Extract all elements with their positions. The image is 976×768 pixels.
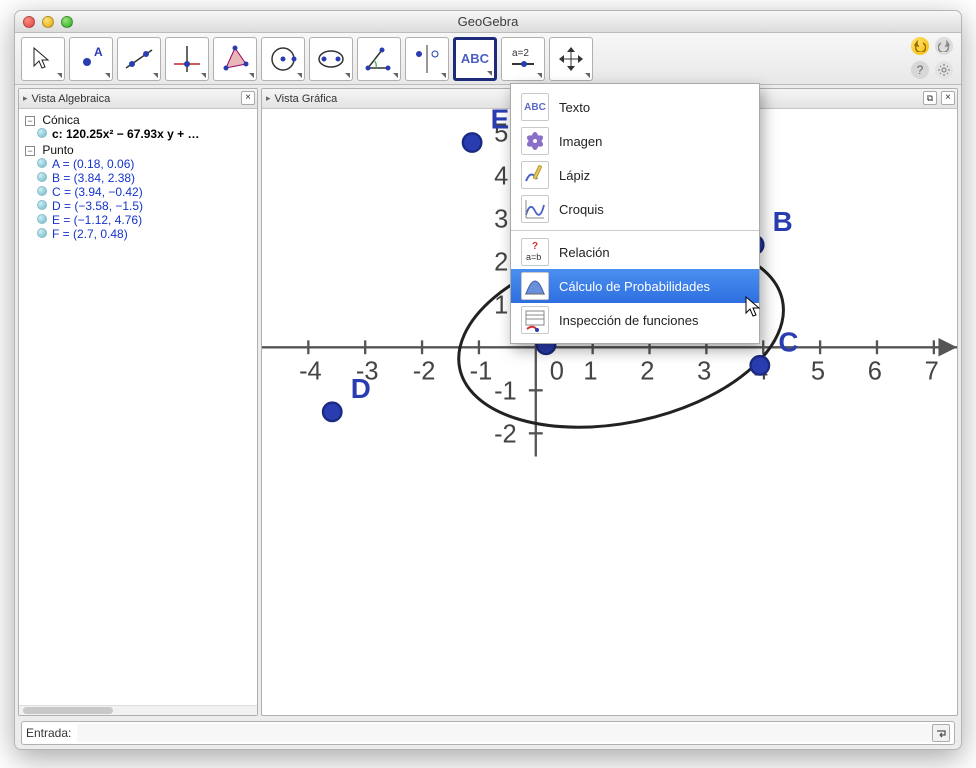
svg-text:6: 6 — [868, 358, 882, 386]
dropdown-item-pencil[interactable]: Lápiz — [511, 158, 759, 192]
undo-button[interactable] — [911, 37, 929, 55]
relation-icon: ?a=b — [521, 238, 549, 266]
svg-text:2: 2 — [494, 249, 508, 277]
visibility-toggle-icon[interactable] — [37, 186, 47, 196]
tool-point[interactable]: A — [69, 37, 113, 81]
group-label: Punto — [42, 143, 73, 157]
chevron-right-icon: ▸ — [266, 93, 271, 104]
svg-text:a=b: a=b — [526, 252, 541, 262]
tool-move[interactable] — [21, 37, 65, 81]
inspect-icon — [521, 306, 549, 334]
tool-line[interactable] — [117, 37, 161, 81]
algebra-item[interactable]: F = (2.7, 0.48) — [37, 227, 251, 241]
dropdown-item-relation[interactable]: ?a=b Relación — [511, 235, 759, 269]
svg-text:D: D — [351, 373, 371, 404]
image-icon — [521, 127, 549, 155]
app-window: GeoGebra A — [14, 10, 962, 750]
svg-text:4: 4 — [494, 162, 508, 190]
algebra-panel: ▸ Vista Algebraica × − Cónica c: 120.25x… — [18, 88, 258, 716]
visibility-toggle-icon[interactable] — [37, 228, 47, 238]
group-label: Cónica — [42, 113, 79, 127]
collapse-icon[interactable]: − — [25, 146, 35, 156]
algebra-item[interactable]: c: 120.25x² − 67.93x y + … — [37, 127, 251, 141]
abc-icon: ABC — [461, 51, 489, 66]
input-label: Entrada: — [26, 726, 71, 740]
algebra-tree[interactable]: − Cónica c: 120.25x² − 67.93x y + … − Pu… — [19, 109, 257, 705]
visibility-toggle-icon[interactable] — [37, 158, 47, 168]
input-bar: Entrada: — [21, 721, 955, 745]
help-button[interactable]: ? — [911, 61, 929, 79]
svg-text:?: ? — [532, 241, 538, 252]
tool-circle[interactable] — [261, 37, 305, 81]
tool-perpendicular[interactable] — [165, 37, 209, 81]
svg-text:3: 3 — [494, 205, 508, 233]
algebra-item[interactable]: A = (0.18, 0.06) — [37, 157, 251, 171]
algebra-panel-title: Vista Algebraica — [32, 93, 111, 105]
mouse-cursor-icon — [745, 296, 763, 318]
collapse-icon[interactable]: − — [25, 116, 35, 126]
algebra-item[interactable]: C = (3.94, −0.42) — [37, 185, 251, 199]
svg-text:-1: -1 — [470, 358, 493, 386]
dropdown-item-image[interactable]: Imagen — [511, 124, 759, 158]
settings-button[interactable] — [935, 61, 953, 79]
svg-text:C: C — [778, 326, 798, 357]
tool-text[interactable]: ABC — [453, 37, 497, 81]
tool-conic[interactable] — [309, 37, 353, 81]
svg-text:A: A — [94, 45, 103, 59]
dropdown-separator — [511, 230, 759, 231]
tool-angle[interactable] — [357, 37, 401, 81]
probability-icon — [521, 272, 549, 300]
algebra-scrollbar[interactable] — [19, 705, 257, 715]
pencil-icon — [521, 161, 549, 189]
command-input[interactable] — [77, 724, 932, 742]
svg-text:-2: -2 — [494, 421, 517, 449]
svg-text:3: 3 — [697, 358, 711, 386]
svg-text:2: 2 — [640, 358, 654, 386]
redo-button[interactable] — [935, 37, 953, 55]
algebra-item[interactable]: E = (−1.12, 4.76) — [37, 213, 251, 227]
visibility-toggle-icon[interactable] — [37, 214, 47, 224]
svg-text:-1: -1 — [494, 378, 517, 406]
text-icon: ABC — [521, 93, 549, 121]
visibility-toggle-icon[interactable] — [37, 172, 47, 182]
chevron-right-icon: ▸ — [23, 93, 28, 104]
sketch-icon — [521, 195, 549, 223]
tool-slider[interactable]: a=2 — [501, 37, 545, 81]
svg-text:7: 7 — [925, 358, 939, 386]
svg-text:a=2: a=2 — [512, 48, 529, 59]
dropdown-item-probability[interactable]: Cálculo de Probabilidades — [511, 269, 759, 303]
input-submit-button[interactable] — [932, 724, 950, 742]
algebra-item[interactable]: D = (−3.58, −1.5) — [37, 199, 251, 213]
toolbar-right: ? — [911, 37, 953, 79]
main-body: ▸ Vista Algebraica × − Cónica c: 120.25x… — [15, 85, 961, 719]
dropdown-item-sketch[interactable]: Croquis — [511, 192, 759, 226]
visibility-toggle-icon[interactable] — [37, 128, 47, 138]
graphics-close-button[interactable]: × — [941, 91, 955, 105]
svg-text:1: 1 — [583, 358, 597, 386]
tool-move-view[interactable] — [549, 37, 593, 81]
visibility-toggle-icon[interactable] — [37, 200, 47, 210]
svg-text:B: B — [773, 206, 793, 237]
titlebar: GeoGebra — [15, 11, 961, 33]
dropdown-item-text[interactable]: ABC Texto — [511, 90, 759, 124]
detach-panel-button[interactable]: ⧉ — [923, 91, 937, 105]
tool-reflect[interactable] — [405, 37, 449, 81]
svg-text:E: E — [491, 109, 510, 135]
svg-text:0: 0 — [550, 358, 564, 386]
toolbar: A — [15, 33, 961, 85]
window-title: GeoGebra — [15, 14, 961, 29]
tool-text-dropdown: ABC Texto Imagen Lápiz Croquis ?a=b — [510, 83, 760, 344]
algebra-panel-header[interactable]: ▸ Vista Algebraica × — [19, 89, 257, 109]
svg-text:-2: -2 — [413, 358, 436, 386]
dropdown-item-inspect[interactable]: Inspección de funciones — [511, 303, 759, 337]
tool-polygon[interactable] — [213, 37, 257, 81]
svg-text:5: 5 — [811, 358, 825, 386]
algebra-item[interactable]: B = (3.84, 2.38) — [37, 171, 251, 185]
graphics-panel-title: Vista Gráfica — [275, 93, 338, 105]
svg-text:-4: -4 — [299, 358, 322, 386]
algebra-close-button[interactable]: × — [241, 91, 255, 105]
